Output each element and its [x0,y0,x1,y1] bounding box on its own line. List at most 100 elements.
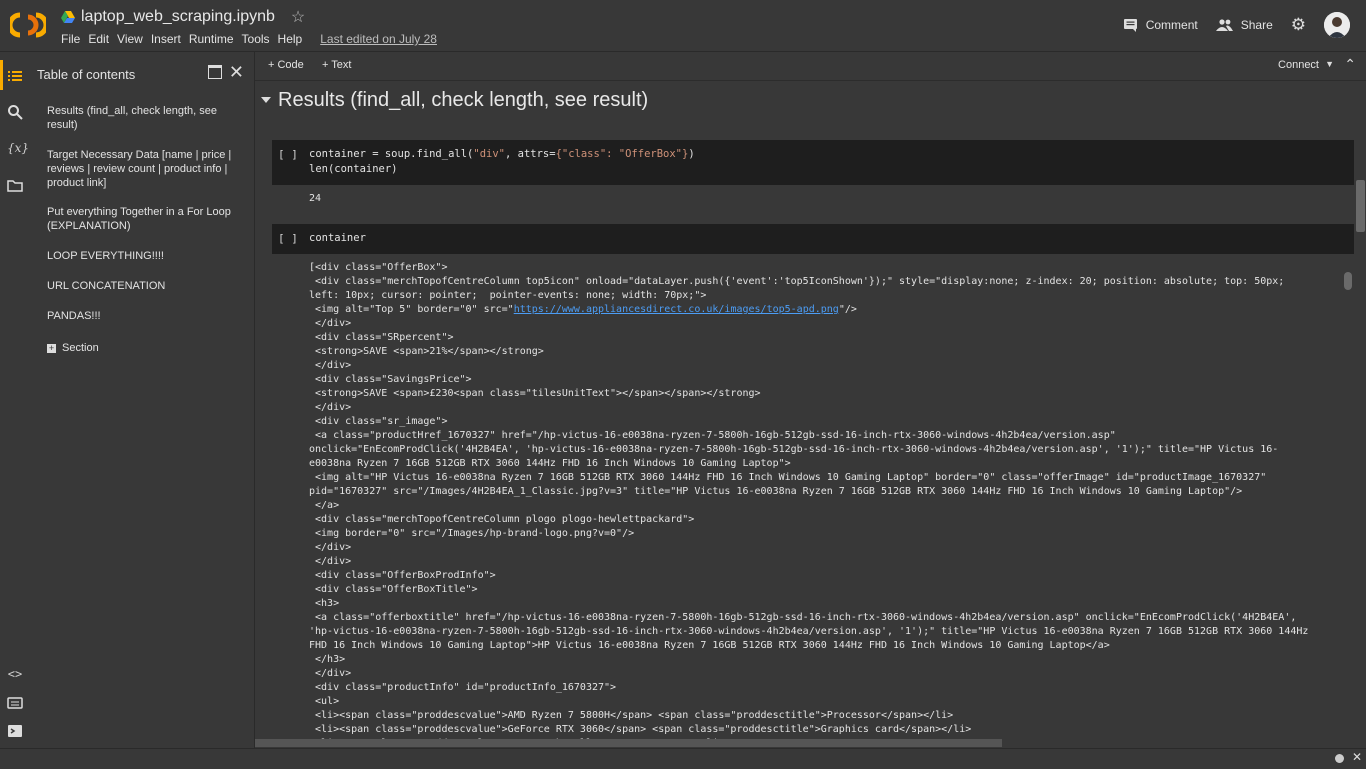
menu-tools[interactable]: Tools [238,32,274,46]
output-line: onclick="EnEcomProdClick('4H2B4EA', 'hp-… [309,444,1279,455]
output-line: <div class="SRpercent"> [309,332,454,343]
rail-active-indicator [0,60,3,90]
settings-gear-icon[interactable]: ⚙ [1291,15,1306,35]
user-avatar[interactable] [1324,12,1350,38]
output-line: </div> [309,402,352,413]
close-icon[interactable]: ✕ [1352,750,1362,764]
output-line: <h3> [309,598,340,609]
output-line: 'hp-victus-16-e0038na-ryzen-7-5800h-16gb… [309,626,1309,637]
code-token: ) [688,148,695,160]
toc-item-for-loop[interactable]: Put everything Together in a For Loop (E… [47,205,247,233]
code-token: {"class": "OfferBox"} [555,148,689,160]
code-snippets-icon[interactable]: <> [7,667,23,683]
run-cell-button[interactable]: [ ] [278,232,298,245]
toc-item-section-label: Section [62,342,99,354]
toc-item-results[interactable]: Results (find_all, check length, see res… [47,104,247,132]
toc-item-target-data[interactable]: Target Necessary Data [name | price | re… [47,148,247,190]
toc-item-pandas[interactable]: PANDAS!!! [47,309,247,323]
output-line: <div class="OfferBoxTitle"> [309,584,478,595]
share-button[interactable]: Share [1215,18,1273,32]
chevron-up-icon[interactable]: ⌃ [1344,56,1356,73]
run-cell-button[interactable]: [ ] [278,148,298,161]
menu-file[interactable]: File [57,32,84,46]
add-code-button[interactable]: + Code [268,59,304,71]
menu-help[interactable]: Help [274,32,307,46]
output-line: e0038na Ryzen 7 16GB 512GB RTX 3060 144H… [309,458,791,469]
output-line: <div class="productInfo" id="productInfo… [309,682,617,693]
toc-icon[interactable] [7,68,23,84]
section-heading: Results (find_all, check length, see res… [278,89,649,111]
cell-1-output: 24 [309,193,322,204]
code-cell-2[interactable]: [ ] container [272,224,1354,254]
comment-button[interactable]: Comment [1123,18,1198,32]
output-line: <div class="merchTopofCentreColumn top5i… [309,276,1285,287]
output-line: <div class="SavingsPrice"> [309,374,472,385]
output-line: <ul> [309,696,340,707]
code-token: "div" [473,148,505,160]
output-line: <img alt="HP Victus 16-e0038na Ryzen 7 1… [309,472,1267,483]
toc-item-url-concat[interactable]: URL CONCATENATION [47,279,247,293]
colab-logo-icon[interactable] [10,9,46,41]
menu-insert[interactable]: Insert [147,32,185,46]
chevron-down-icon[interactable]: ▼ [1325,59,1334,69]
share-people-icon [1215,19,1233,31]
output-line: <li><span class="proddescvalue">GeForce … [309,724,972,735]
star-icon[interactable]: ☆ [291,7,305,27]
add-text-button[interactable]: + Text [322,59,351,71]
output-line: </h3> [309,654,346,665]
code-token: , attrs= [504,148,556,160]
code-line-2: len(container) [309,163,398,175]
variables-icon[interactable]: {x} [7,141,29,157]
output-scrollbar-thumb[interactable] [1344,272,1352,290]
output-link[interactable]: https://www.appliancesdirect.co.uk/image… [514,304,839,315]
output-text-segment: <img alt="Top 5" border="0" src=" [309,304,514,315]
output-line: FHD 16 Inch Windows 10 Gaming Laptop">HP… [309,640,1110,651]
code-line-1: container = soup.find_all("div", attrs={… [309,147,695,162]
search-icon[interactable] [7,104,23,120]
menu-bar: File Edit View Insert Runtime Tools Help… [57,32,441,46]
connect-button[interactable]: Connect [1278,59,1319,71]
collapse-caret-icon[interactable] [261,97,271,103]
status-dot-icon [1335,754,1344,763]
output-line: </div> [309,318,352,329]
output-line: </div> [309,542,352,553]
open-in-tab-icon[interactable] [208,65,222,79]
output-line: <div class="OfferBoxProdInfo"> [309,570,496,581]
folder-icon[interactable] [7,178,23,194]
last-edited-link[interactable]: Last edited on July 28 [316,32,441,46]
left-rail: {x} <> [0,52,30,748]
code-line-1: container [309,232,366,244]
page-scrollbar-thumb[interactable] [1356,180,1365,232]
close-icon[interactable]: ✕ [229,62,244,83]
notebook-toolbar: + Code + Text Connect ▼ ⌃ [255,52,1366,81]
output-line: <strong>SAVE <span>£230<span class="tile… [309,388,761,399]
output-line: </div> [309,360,352,371]
drive-icon [61,11,75,23]
output-text: [<div class="OfferBox"> <div class="merc… [309,261,1308,744]
comment-icon [1123,19,1137,32]
notebook-main: + Code + Text Connect ▼ ⌃ Results (find_… [255,52,1366,748]
output-line: <img border="0" src="/Images/hp-brand-lo… [309,528,635,539]
comment-label: Comment [1145,18,1198,32]
menu-runtime[interactable]: Runtime [185,32,238,46]
add-section-icon: + [47,343,56,353]
output-line: <a class="offerboxtitle" href="/hp-victu… [309,612,1297,623]
terminal-icon[interactable] [7,723,23,739]
output-line: pid="1670327" src="/Images/4H2B4EA_1_Cla… [309,486,1243,497]
output-line: <div class="sr_image"> [309,416,448,427]
code-cell-1[interactable]: [ ] container = soup.find_all("div", att… [272,140,1354,185]
menu-view[interactable]: View [113,32,147,46]
horizontal-scrollbar[interactable] [255,739,1002,747]
output-line: <li><span class="proddescvalue">AMD Ryze… [309,710,954,721]
command-palette-icon[interactable] [7,695,23,711]
toc-panel: Table of contents ✕ Results (find_all, c… [30,52,255,748]
notebook-title[interactable]: laptop_web_scraping.ipynb [81,8,275,26]
toc-item-loop-everything[interactable]: LOOP EVERYTHING!!!! [47,249,247,263]
output-text-segment: "/> [838,304,857,315]
toc-item-section[interactable]: + Section [47,341,247,355]
output-line: [<div class="OfferBox"> [309,262,448,273]
status-bar: ✕ [0,748,1366,769]
menu-edit[interactable]: Edit [84,32,113,46]
header-bar: laptop_web_scraping.ipynb ☆ File Edit Vi… [0,0,1366,52]
output-line: <img alt="Top 5" border="0" src="https:/… [309,303,1308,317]
